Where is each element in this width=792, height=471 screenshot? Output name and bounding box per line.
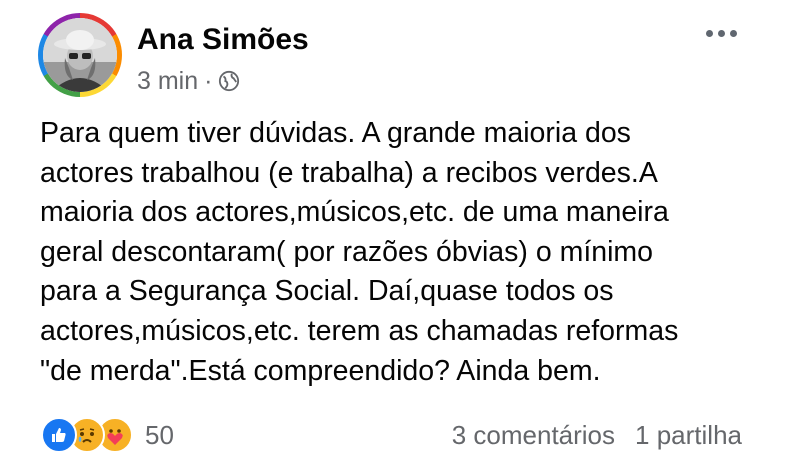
more-dot — [718, 29, 725, 37]
post-time[interactable]: 3 min — [137, 66, 198, 96]
post-meta: 3 min · — [137, 66, 240, 96]
post-text: Para quem tiver dúvidas. A grande maiori… — [40, 117, 679, 387]
author-name[interactable]: Ana Simões — [137, 22, 309, 58]
shares-count[interactable]: 1 partilha — [635, 420, 742, 451]
like-icon — [41, 417, 77, 453]
profile-photo — [43, 18, 117, 92]
profile-photo-icon — [43, 18, 117, 92]
avatar[interactable] — [38, 13, 122, 97]
reaction-summary[interactable]: 50 — [41, 417, 174, 453]
globe-icon[interactable] — [218, 70, 240, 92]
meta-separator: · — [204, 67, 213, 95]
reaction-count[interactable]: 50 — [145, 420, 174, 451]
more-dot — [706, 29, 713, 37]
more-options-icon[interactable] — [706, 23, 746, 43]
more-dot — [730, 29, 737, 37]
post-stats: 3 comentários 1 partilha — [452, 420, 742, 451]
comments-count[interactable]: 3 comentários — [452, 420, 615, 451]
